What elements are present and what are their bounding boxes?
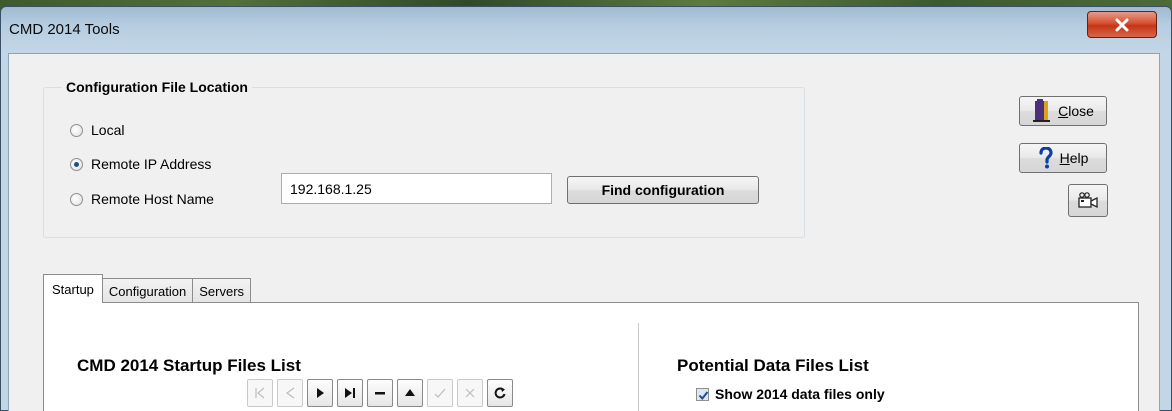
close-rest: lose [1068,103,1094,119]
main-window: CMD 2014 Tools Configuration File Locati… [0,6,1172,411]
cancel-edit-icon [465,388,475,398]
radio-remote-host-button[interactable] [70,192,83,206]
radio-local-label: Local [91,122,125,138]
checkmark-icon [698,390,709,400]
radio-remote-ip-button[interactable] [70,157,83,171]
close-mnemonic: C [1058,103,1069,119]
prior-record-button[interactable] [277,379,303,407]
next-record-icon [317,388,324,398]
startup-tab-panel: CMD 2014 Startup Files List Potential Da… [43,302,1139,411]
configuration-location-group: Configuration File Location Local Remote… [43,79,805,238]
close-x-icon [1115,18,1129,31]
help-mnemonic: H [1059,150,1070,166]
client-area: Configuration File Location Local Remote… [8,53,1160,411]
potential-data-files-title: Potential Data Files List [677,356,869,375]
first-record-button[interactable] [247,379,273,407]
post-edit-icon [434,388,446,398]
last-record-icon [345,388,355,398]
find-configuration-button[interactable]: Find configuration [567,176,759,204]
tab-servers[interactable]: Servers [192,278,252,303]
help-rest: elp [1069,150,1089,166]
show-2014-only-label: Show 2014 data files only [715,386,885,402]
radio-remote-ip[interactable]: Remote IP Address [70,156,211,172]
close-button[interactable]: Close [1019,96,1107,126]
refresh-button[interactable] [487,379,513,407]
navigator-toolbar [247,379,513,407]
panel-divider [638,323,639,411]
show-2014-only-checkbox[interactable] [696,387,709,401]
door-exit-icon [1033,99,1051,122]
startup-files-title: CMD 2014 Startup Files List [77,356,301,375]
radio-remote-host[interactable]: Remote Host Name [70,191,214,207]
insert-record-button[interactable] [397,379,423,407]
last-record-button[interactable] [337,379,363,407]
tab-startup[interactable]: Startup [43,274,103,303]
prior-record-icon [285,387,295,399]
question-mark-icon [1038,147,1053,169]
help-button-label: Help [1060,150,1089,166]
radio-local-button[interactable] [70,123,83,137]
radio-remote-host-label: Remote Host Name [91,191,214,207]
next-record-button[interactable] [307,379,333,407]
first-record-icon [255,387,265,399]
window-title: CMD 2014 Tools [9,21,120,38]
camera-icon [1078,191,1098,208]
camera-button[interactable] [1068,184,1108,217]
group-legend: Configuration File Location [62,79,252,95]
delete-record-button[interactable] [367,379,393,407]
address-input[interactable] [281,173,552,204]
close-button-label: Close [1058,103,1094,119]
insert-record-icon [405,389,415,396]
title-bar[interactable]: CMD 2014 Tools [1,7,1171,53]
show-2014-only-row[interactable]: Show 2014 data files only [696,386,885,402]
radio-remote-ip-label: Remote IP Address [91,156,212,172]
window-close-button[interactable] [1087,11,1157,38]
tab-strip: Startup Configuration Servers [43,274,252,303]
help-button[interactable]: Help [1019,143,1107,173]
delete-record-icon [375,392,385,395]
post-edit-button[interactable] [427,379,453,407]
tab-configuration[interactable]: Configuration [101,278,194,303]
refresh-icon [494,387,506,399]
cancel-edit-button[interactable] [457,379,483,407]
radio-local[interactable]: Local [70,122,124,138]
